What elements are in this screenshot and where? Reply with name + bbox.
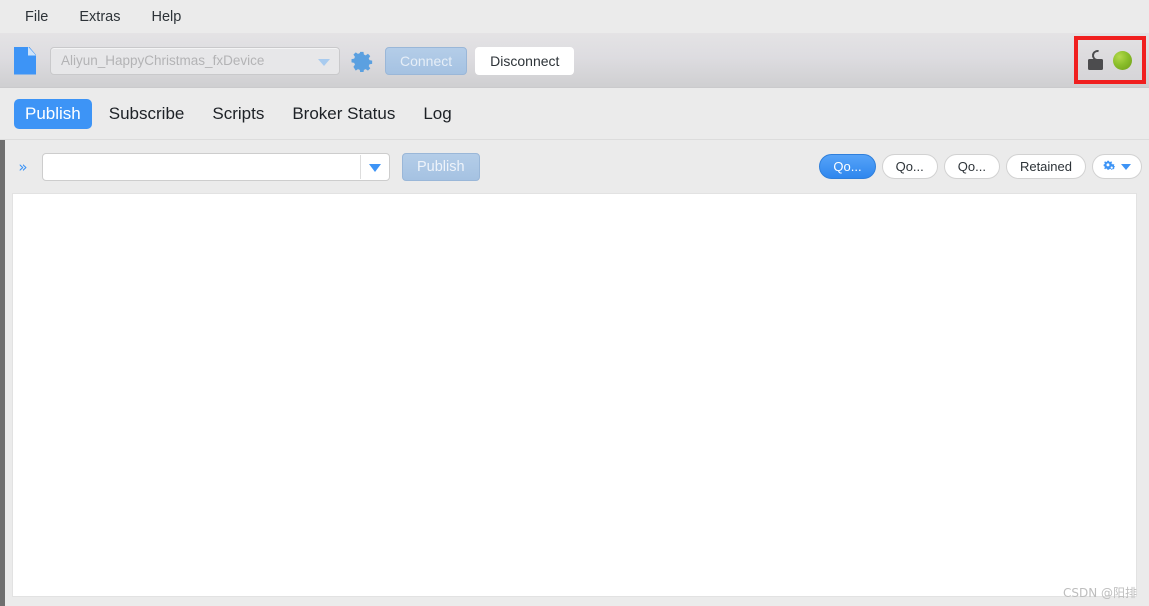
left-rail-divider bbox=[0, 140, 5, 606]
green-status-dot bbox=[1113, 50, 1132, 70]
chevron-down-icon[interactable] bbox=[369, 164, 381, 172]
tab-subscribe[interactable]: Subscribe bbox=[98, 99, 196, 129]
publish-button[interactable]: Publish bbox=[402, 153, 480, 181]
padlock-body bbox=[1088, 59, 1103, 70]
chevron-down-icon bbox=[318, 58, 330, 66]
retained-button[interactable]: Retained bbox=[1005, 154, 1086, 179]
menu-bar: File Extras Help bbox=[0, 0, 1149, 33]
tab-broker-status[interactable]: Broker Status bbox=[281, 99, 406, 129]
qos0-button[interactable]: Qo... bbox=[819, 154, 876, 179]
publish-message-area[interactable] bbox=[12, 193, 1137, 597]
publish-settings-button[interactable] bbox=[1092, 154, 1142, 179]
connection-profile-value: Aliyun_HappyChristmas_fxDevice bbox=[61, 53, 265, 68]
connection-status-indicator[interactable] bbox=[1074, 36, 1146, 84]
gears-icon bbox=[1103, 160, 1115, 170]
watermark: CSDN @阳排 bbox=[1062, 586, 1137, 600]
gear-icon[interactable] bbox=[351, 50, 373, 72]
unlocked-padlock-icon bbox=[1088, 47, 1108, 70]
menu-file[interactable]: File bbox=[14, 6, 59, 28]
connect-button[interactable]: Connect bbox=[385, 46, 468, 75]
qos2-button[interactable]: Qo... bbox=[943, 154, 1000, 179]
new-document-icon[interactable] bbox=[14, 46, 36, 75]
disconnect-button[interactable]: Disconnect bbox=[475, 46, 575, 75]
tab-scripts[interactable]: Scripts bbox=[201, 99, 275, 129]
connection-profile-combo[interactable]: Aliyun_HappyChristmas_fxDevice bbox=[50, 46, 340, 75]
tab-publish[interactable]: Publish bbox=[14, 98, 92, 129]
main-toolbar: Aliyun_HappyChristmas_fxDevice Connect D… bbox=[0, 33, 1149, 88]
topic-input[interactable] bbox=[42, 153, 390, 181]
document-icon-body bbox=[14, 46, 36, 75]
tab-log[interactable]: Log bbox=[412, 99, 462, 129]
chevron-down-icon bbox=[1121, 163, 1131, 170]
topic-combo-divider bbox=[360, 155, 361, 179]
publish-options-group: Qo... Qo... Qo... Retained bbox=[813, 154, 1142, 179]
chevron-double-right-icon[interactable]: » bbox=[15, 159, 31, 175]
qos1-button[interactable]: Qo... bbox=[881, 154, 938, 179]
publish-toolbar: » Publish Qo... Qo... Qo... Retained bbox=[5, 141, 1149, 193]
tab-bar: Publish Subscribe Scripts Broker Status … bbox=[0, 88, 1149, 140]
menu-extras[interactable]: Extras bbox=[68, 6, 131, 28]
menu-help[interactable]: Help bbox=[140, 6, 192, 28]
